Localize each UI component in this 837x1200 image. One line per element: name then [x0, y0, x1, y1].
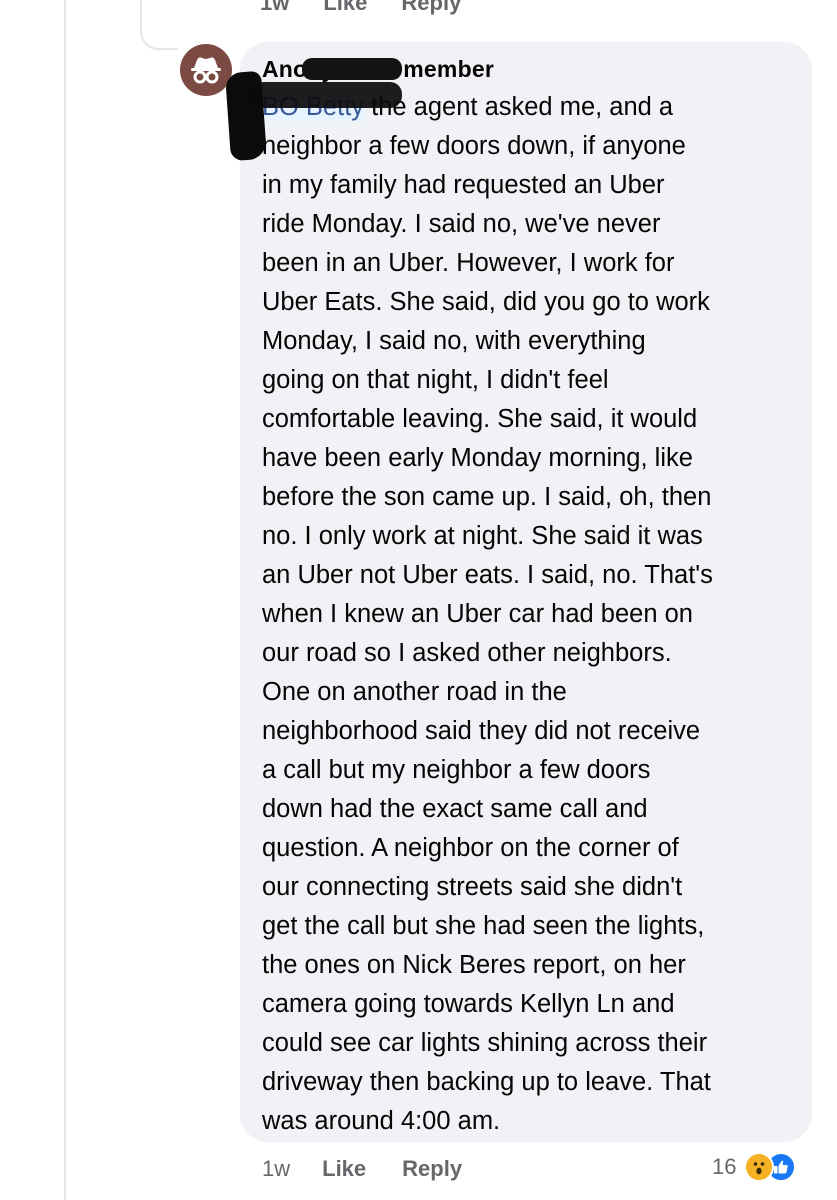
previous-comment-time: 1w: [260, 0, 290, 15]
comment-line: the ones on Nick Beres report, on her: [262, 951, 686, 979]
comment-line: could see car lights shining across thei…: [262, 1029, 708, 1057]
reaction-summary[interactable]: 16: [712, 1152, 797, 1182]
comment-line: Uber Eats. She said, did you go to work: [262, 288, 710, 316]
comment-line: Monday, I said no, with everything: [262, 327, 646, 355]
previous-comment-actions: 1w Like Reply: [260, 0, 461, 16]
reply-connector-line: [140, 0, 178, 50]
comment-line: a call but my neighbor a few doors: [262, 756, 651, 784]
comment-line: neighborhood said they did not receive: [262, 717, 701, 745]
comment-line: in my family had requested an Uber: [262, 171, 665, 199]
thread-line: [64, 0, 66, 1200]
comment-text: BO Betty the agent asked me, and a neigh…: [262, 88, 802, 1141]
reply-button[interactable]: Reply: [402, 1156, 462, 1182]
comment-line: driveway then backing up to leave. That: [262, 1068, 711, 1096]
comment-line: our road so I asked other neighbors.: [262, 639, 672, 667]
comment-line: question. A neighbor on the corner of: [262, 834, 679, 862]
previous-comment-reply-button[interactable]: Reply: [401, 0, 461, 16]
comment-line: an Uber not Uber eats. I said, no. That'…: [262, 561, 713, 589]
redaction-scribble: [302, 58, 402, 80]
incognito-icon: [191, 57, 221, 84]
comment-line: been in an Uber. However, I work for: [262, 249, 675, 277]
comment-line: ride Monday. I said no, we've never: [262, 210, 661, 238]
comment-line: neighbor a few doors down, if anyone: [262, 132, 686, 160]
reaction-count: 16: [712, 1154, 737, 1179]
redaction-scribble: [252, 82, 402, 108]
comment-line: comfortable leaving. She said, it would: [262, 405, 698, 433]
comment-time[interactable]: 1w: [262, 1156, 290, 1182]
facebook-comment-thread: 1w Like Reply Anonymous member BO Betty …: [0, 0, 837, 1200]
comment-line: our connecting streets said she didn't: [262, 873, 683, 901]
comment-line: was around 4:00 am.: [262, 1107, 501, 1135]
comment-line: when I knew an Uber car had been on: [262, 600, 693, 628]
comment-line: before the son came up. I said, oh, then: [262, 483, 712, 511]
wow-icon: [744, 1152, 775, 1182]
comment-line: no. I only work at night. She said it wa…: [262, 522, 703, 550]
comment-line: get the call but she had seen the lights…: [262, 912, 705, 940]
comment-line: down had the exact same call and: [262, 795, 648, 823]
avatar[interactable]: [180, 44, 232, 96]
like-button[interactable]: Like: [322, 1156, 366, 1182]
comment-actions: 1w Like Reply: [262, 1156, 498, 1182]
comment-line: going on that night, I didn't feel: [262, 366, 609, 394]
comment-line: One on another road in the: [262, 678, 567, 706]
comment-line: camera going towards Kellyn Ln and: [262, 990, 675, 1018]
comment-line: have been early Monday morning, like: [262, 444, 693, 472]
previous-comment-like-button[interactable]: Like: [323, 0, 367, 16]
